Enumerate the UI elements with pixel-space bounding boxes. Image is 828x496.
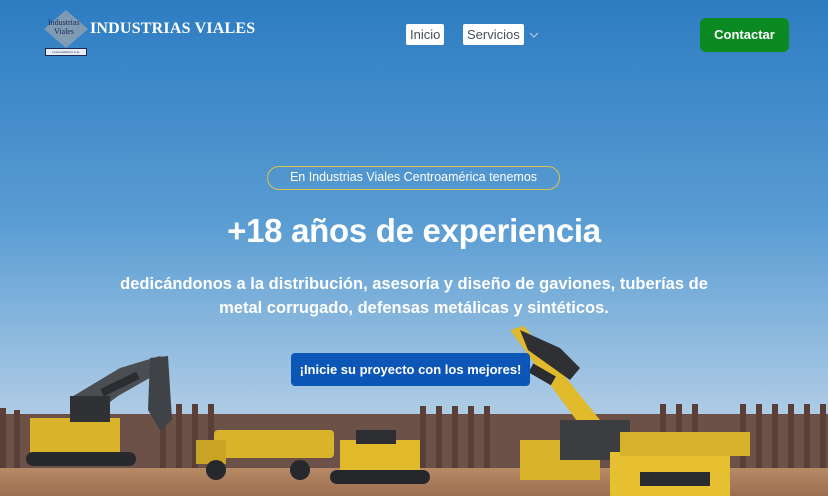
contact-button[interactable]: Contactar [700, 18, 789, 52]
site-header: Industrias Viales Centroamérica S.A. IND… [0, 0, 828, 70]
logo-line2: Viales [54, 27, 74, 36]
start-project-button[interactable]: ¡Inicie su proyecto con los mejores! [291, 353, 530, 386]
logo-tagline: Centroamérica S.A. [45, 48, 87, 56]
brand-name[interactable]: INDUSTRIAS VIALES [90, 20, 255, 38]
logo-line1: Industrias [48, 18, 80, 27]
logo-text: Industrias Viales [48, 18, 88, 36]
hero-headline: +18 años de experiencia [227, 212, 601, 249]
hero-subheadline: dedicándonos a la distribución, asesoría… [120, 275, 708, 317]
nav-item-inicio[interactable]: Inicio [406, 24, 445, 45]
industrias-viales-logo-icon[interactable]: Industrias Viales Centroamérica S.A. [44, 10, 88, 56]
nav-item-servicios[interactable]: Servicios [463, 24, 524, 45]
hero-eyebrow-pill: En Industrias Viales Centroamérica tenem… [267, 166, 560, 190]
chevron-down-icon[interactable] [529, 30, 539, 40]
